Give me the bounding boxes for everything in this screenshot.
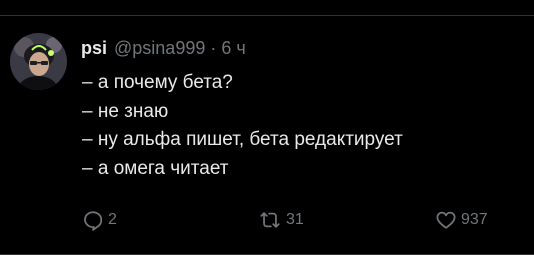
tweet-line: – а почему бета? [82,72,233,93]
reply-icon [82,209,104,231]
top-divider [0,15,534,16]
author-display-name[interactable]: psi [81,38,107,59]
avatar[interactable] [10,33,67,90]
like-count: 937 [461,211,488,228]
tweet-line: – ну альфа пишет, бета редактирует [82,129,403,150]
heart-icon [435,209,457,231]
header-separator: · [210,37,217,58]
retweet-count: 31 [286,211,304,228]
retweet-button[interactable]: 31 [258,206,304,234]
retweet-icon [258,209,282,231]
tweet-line: – а омега читает [82,157,229,179]
reply-count: 2 [108,211,117,228]
tweet-line: – не знаю [82,100,169,122]
tweet-text: – а почему бета? – не знаю – ну альфа пи… [82,69,403,183]
like-button[interactable]: 937 [435,206,488,234]
tweet-header: psi @psina999 · 6 ч [81,37,246,59]
avatar-image [10,33,67,90]
author-handle[interactable]: @psina999 [114,38,205,59]
reply-button[interactable]: 2 [82,206,117,234]
tweet-timestamp[interactable]: 6 ч [221,38,245,59]
